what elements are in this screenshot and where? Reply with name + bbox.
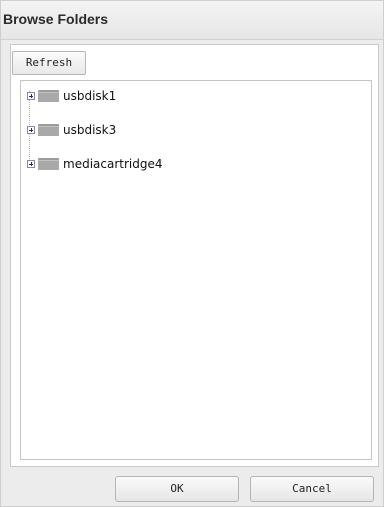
tree-node-usbdisk1[interactable]: usbdisk1 <box>27 87 116 105</box>
folder-icon <box>38 158 59 170</box>
cancel-button[interactable]: Cancel <box>250 476 374 502</box>
tree-node-label: usbdisk3 <box>63 123 117 137</box>
tree-node-usbdisk3[interactable]: usbdisk3 <box>27 121 116 139</box>
folder-icon <box>38 124 59 136</box>
ok-button[interactable]: OK <box>115 476 239 502</box>
expand-plus-icon[interactable] <box>27 126 35 134</box>
dialog-titlebar: Browse Folders <box>1 1 383 40</box>
dialog-title: Browse Folders <box>3 11 109 27</box>
refresh-button[interactable]: Refresh <box>12 51 86 75</box>
expand-plus-icon[interactable] <box>27 92 35 100</box>
browse-folders-dialog: Browse Folders Refresh usbdisk1 usbdisk3… <box>0 0 384 507</box>
expand-plus-icon[interactable] <box>27 160 35 168</box>
tree-node-mediacartridge4[interactable]: mediacartridge4 <box>27 155 163 173</box>
folder-tree: usbdisk1 usbdisk3 mediacartridge4 <box>20 80 372 460</box>
tree-node-label: usbdisk1 <box>63 89 117 103</box>
folder-icon <box>38 90 59 102</box>
tree-node-label: mediacartridge4 <box>63 157 163 171</box>
